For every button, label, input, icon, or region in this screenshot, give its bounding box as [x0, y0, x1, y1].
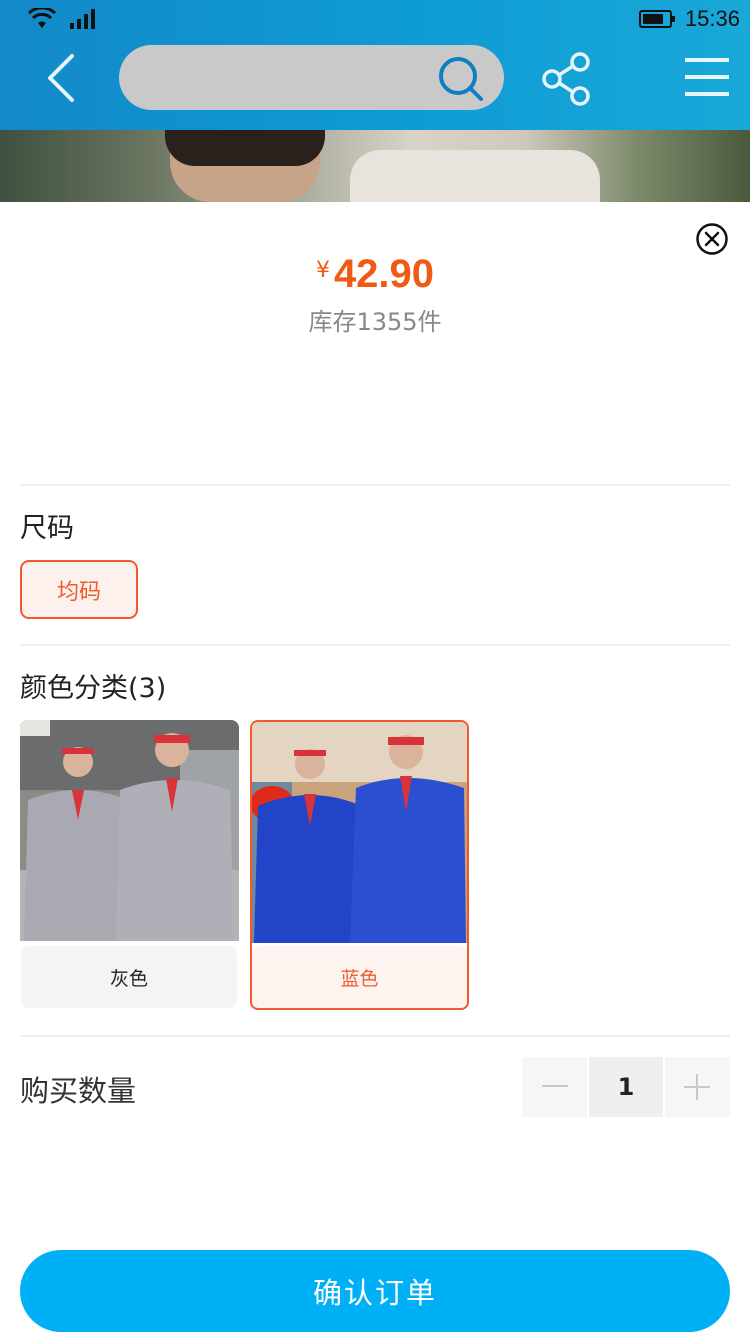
color-option-grey[interactable]: 灰色: [20, 720, 239, 1010]
nav-bar: [0, 40, 750, 120]
size-section-title: 尺码: [20, 513, 74, 544]
price: ¥42.90: [0, 252, 750, 297]
close-icon[interactable]: [695, 222, 729, 256]
menu-icon[interactable]: [682, 54, 732, 104]
decrease-button[interactable]: [522, 1057, 588, 1117]
status-bar: 15:36: [0, 0, 750, 40]
share-icon[interactable]: [538, 50, 596, 108]
color-section-title: 颜色分类(3): [20, 673, 167, 704]
search-icon[interactable]: [436, 54, 486, 104]
battery-icon: [638, 10, 675, 28]
divider: [20, 644, 730, 646]
size-option-one-size[interactable]: 均码: [20, 560, 138, 619]
back-icon: [48, 54, 74, 102]
increase-button[interactable]: [664, 1057, 730, 1117]
color-option-label: 蓝色: [252, 946, 467, 1008]
quantity-label: 购买数量: [20, 1074, 137, 1108]
plus-icon: [684, 1074, 711, 1100]
currency-symbol: ¥: [315, 258, 330, 283]
confirm-order-button[interactable]: 确认订单: [20, 1250, 730, 1332]
signal-icon: [70, 9, 95, 29]
color-option-blue[interactable]: 蓝色: [250, 720, 469, 1010]
status-time: 15:36: [684, 6, 740, 31]
search-bar[interactable]: [119, 45, 504, 110]
divider: [20, 1035, 730, 1037]
minus-icon: [541, 1085, 568, 1087]
color-blue-thumbnail: [252, 722, 467, 943]
quantity-stepper: 1: [522, 1057, 730, 1117]
color-grey-thumbnail: [20, 720, 239, 941]
back-button[interactable]: [36, 52, 86, 104]
product-hero-image: [0, 130, 750, 202]
status-left: [28, 8, 96, 30]
price-value: 42.90: [333, 252, 435, 296]
status-right: 15:36: [638, 6, 740, 32]
search-input[interactable]: [144, 55, 444, 100]
color-option-label: 灰色: [21, 946, 237, 1008]
top-header: 15:36: [0, 0, 750, 130]
sku-selection-sheet: ¥42.90 库存1355件 尺码 均码 颜色分类(3) 灰色 蓝色 购买数量 …: [0, 202, 750, 1337]
divider: [20, 484, 730, 486]
quantity-value[interactable]: 1: [589, 1057, 663, 1117]
wifi-icon: [28, 8, 56, 28]
stock-count: 库存1355件: [308, 308, 442, 336]
